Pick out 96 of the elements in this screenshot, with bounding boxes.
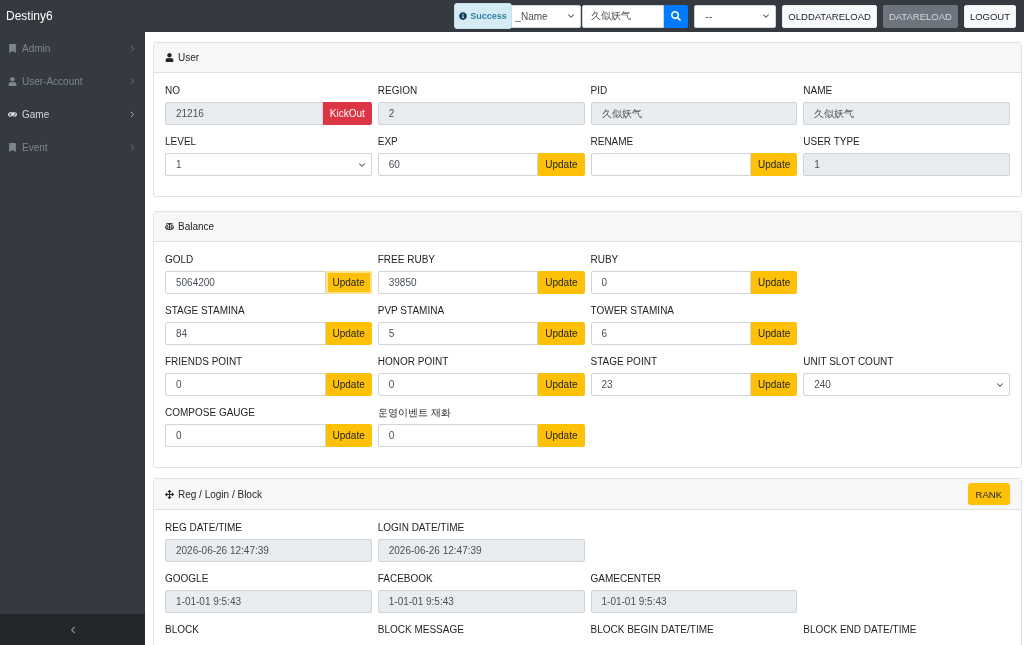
readonly-field[interactable]: 1-01-01 9:5:43 [165, 590, 372, 613]
input-field[interactable]: 60 [377, 153, 539, 176]
bookmark-icon [8, 143, 17, 152]
move-arrows-icon [165, 489, 174, 499]
field-label: LEVEL [165, 135, 198, 149]
input-field[interactable]: 0 [377, 424, 539, 447]
chevron-right-icon [128, 44, 137, 53]
update-button[interactable]: Update [538, 153, 585, 176]
update-button[interactable]: Update [751, 271, 798, 294]
field-label: HONOR POINT [377, 355, 450, 369]
dropdown[interactable]: 240 [803, 373, 1010, 396]
update-button[interactable]: Update [538, 322, 585, 345]
input-field[interactable]: 5 [377, 322, 539, 345]
toolbar-button[interactable]: OLDDATARELOAD [782, 4, 877, 28]
field-label: BLOCK MESSAGE [377, 623, 465, 637]
gamepad-icon [8, 110, 17, 119]
field-label: LOGIN DATE/TIME [377, 521, 466, 535]
field-label: STAGE POINT [590, 355, 658, 369]
input-field[interactable]: 0 [377, 373, 539, 396]
field-label: COMPOSE GAUGE [165, 406, 256, 420]
field-label: BLOCK [165, 623, 200, 637]
update-button[interactable]: Update [751, 373, 798, 396]
update-button[interactable]: Update [538, 373, 585, 396]
chevron-down-icon [566, 11, 577, 21]
field-label: UNIT SLOT COUNT [803, 355, 895, 369]
dropdown[interactable]: 1 [165, 153, 372, 176]
field-label: USER TYPE [803, 135, 861, 149]
sidebar-item[interactable]: Game [0, 98, 145, 131]
user-icon [8, 77, 17, 86]
readonly-field[interactable]: 1-01-01 9:5:43 [590, 590, 798, 613]
field-label: TOWER STAMINA [590, 304, 676, 318]
field-label: 운영이벤트 재화 [377, 406, 452, 420]
readonly-field[interactable]: 久似妖气 [590, 102, 798, 125]
chevron-right-icon [128, 110, 137, 119]
input-field[interactable]: 0 [165, 424, 326, 447]
field-label: GOOGLE [165, 572, 210, 586]
field-label: FREE RUBY [377, 253, 436, 267]
bookmark-icon [8, 44, 17, 53]
update-button[interactable]: Update [325, 271, 372, 294]
readonly-field[interactable]: 1 [803, 153, 1010, 176]
update-button[interactable]: Update [538, 424, 585, 447]
search-field[interactable]: 久似妖气 [582, 4, 665, 28]
readonly-field[interactable]: 1-01-01 9:5:43 [377, 590, 585, 613]
field-label: BLOCK BEGIN DATE/TIME [590, 623, 715, 637]
readonly-field[interactable]: 久似妖气 [803, 102, 1010, 125]
field-label: PID [590, 84, 609, 98]
field-label: REG DATE/TIME [165, 521, 244, 535]
input-field[interactable]: 39850 [377, 271, 539, 294]
user-icon [165, 53, 174, 62]
field-label: PVP STAMINA [377, 304, 446, 318]
readonly-field[interactable]: 2 [377, 102, 585, 125]
update-button[interactable]: Update [538, 271, 585, 294]
rank-button[interactable]: RANK [967, 483, 1010, 505]
panel-title: User [178, 52, 200, 63]
field-label: NO [165, 84, 181, 98]
readonly-field[interactable]: 2026-06-26 12:47:39 [165, 539, 372, 562]
update-button[interactable]: Update [325, 424, 372, 447]
input-field[interactable]: 0 [165, 373, 326, 396]
input-field[interactable]: 5064200 [165, 271, 326, 294]
chevron-right-icon [128, 143, 137, 152]
input-field[interactable]: 23 [590, 373, 751, 396]
panel-title: Balance [178, 221, 215, 232]
search-button[interactable] [664, 4, 689, 28]
update-button[interactable]: Update [751, 153, 798, 176]
update-button[interactable]: Update [325, 322, 372, 345]
scale-icon [165, 222, 174, 231]
field-label: FRIENDS POINT [165, 355, 244, 369]
field-label: BLOCK END DATE/TIME [803, 623, 918, 637]
readonly-field[interactable]: 2026-06-26 12:47:39 [377, 539, 585, 562]
input-field[interactable]: 0 [590, 271, 751, 294]
field-label: GOLD [165, 253, 195, 267]
field-label: EXP [377, 135, 399, 149]
kick-out-button[interactable]: KickOut [322, 102, 372, 125]
update-button[interactable]: Update [751, 322, 798, 345]
input-field[interactable] [590, 153, 751, 176]
panel-title: Reg / Login / Block [178, 488, 262, 500]
info-icon [459, 11, 468, 20]
search-icon [671, 11, 682, 21]
input-field[interactable]: 6 [590, 322, 751, 345]
input-field[interactable]: 84 [165, 322, 326, 345]
field-label: FACEBOOK [377, 572, 434, 586]
chevron-right-icon [128, 77, 137, 86]
field-label: NAME [803, 84, 834, 98]
field-label: RUBY [590, 253, 620, 267]
chevron-down-icon [761, 11, 772, 21]
chevron-left-icon [68, 625, 77, 634]
field-label: RENAME [590, 135, 635, 149]
toolbar-button[interactable]: LOGOUT [963, 4, 1016, 28]
dropdown[interactable]: -- [694, 4, 777, 28]
update-button[interactable]: Update [325, 373, 372, 396]
brand-title: Destiny6 [6, 9, 53, 23]
field-label: STAGE STAMINA [165, 304, 246, 318]
field-label: REGION [377, 84, 419, 98]
field-label: GAMECENTER [590, 572, 663, 586]
readonly-field[interactable]: 21216 [165, 102, 323, 125]
sidebar-toggle-button[interactable] [0, 614, 145, 645]
